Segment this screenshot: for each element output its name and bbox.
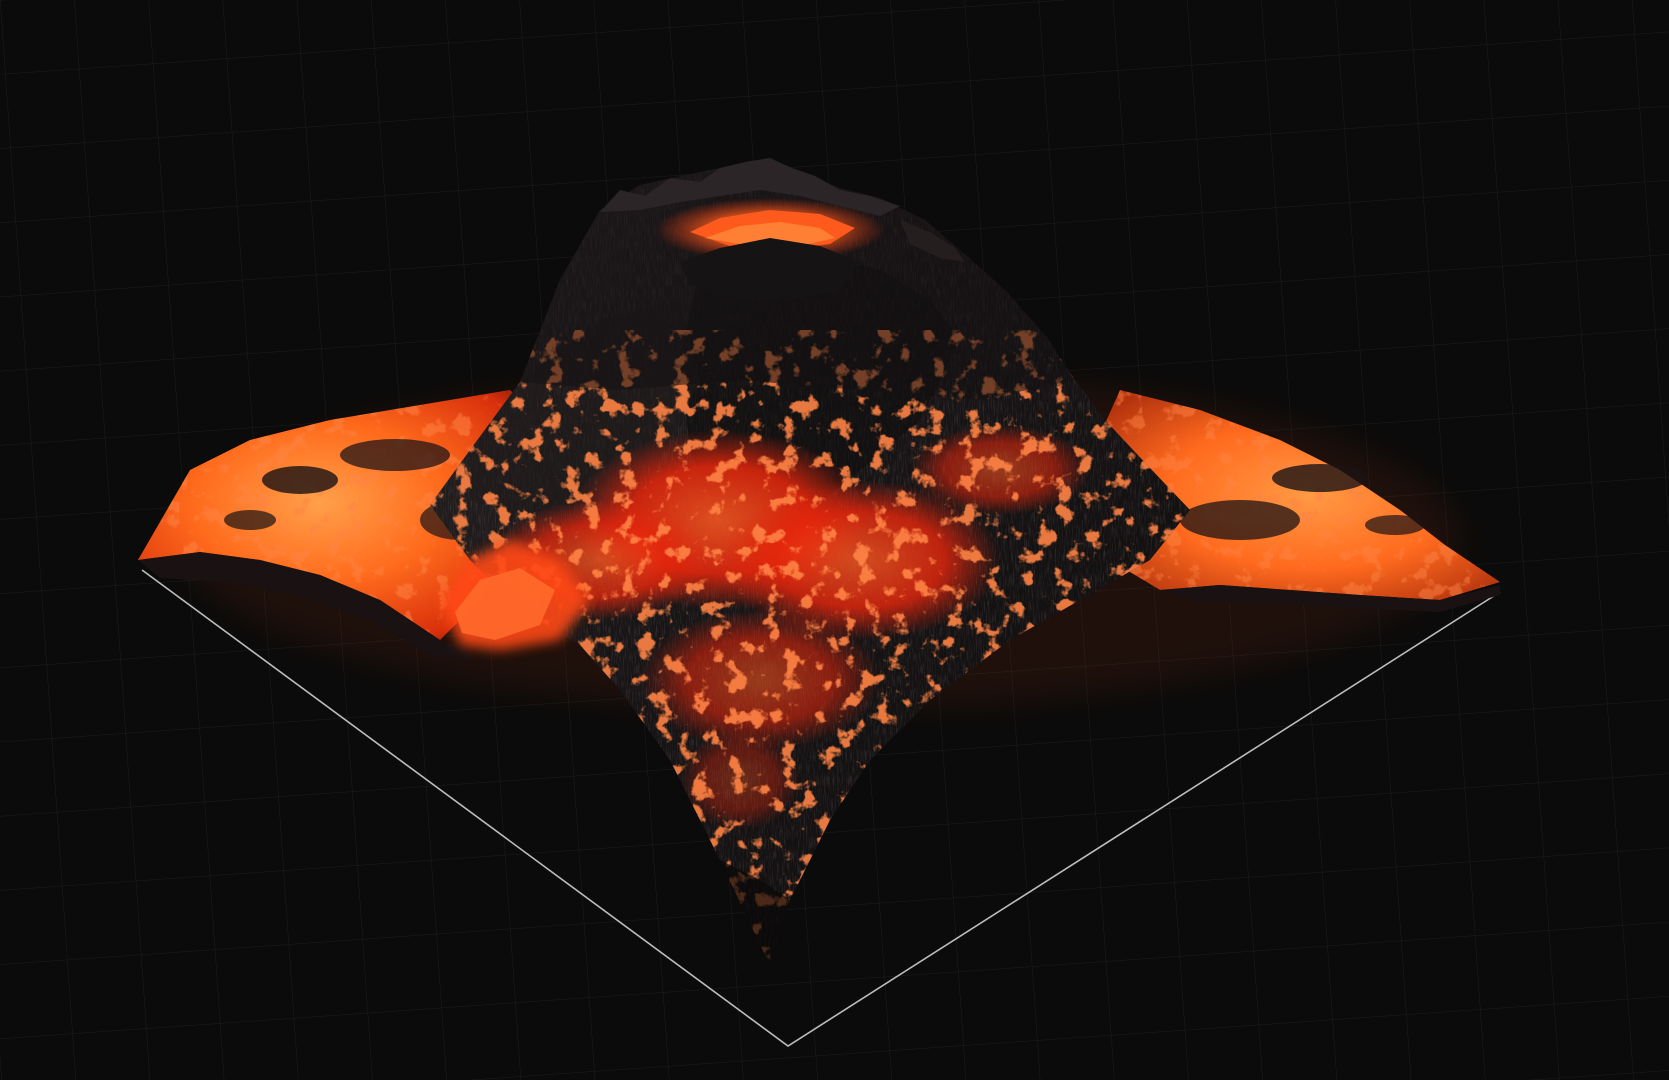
terrain-render (0, 0, 1669, 1080)
3d-viewport[interactable] (0, 0, 1669, 1080)
